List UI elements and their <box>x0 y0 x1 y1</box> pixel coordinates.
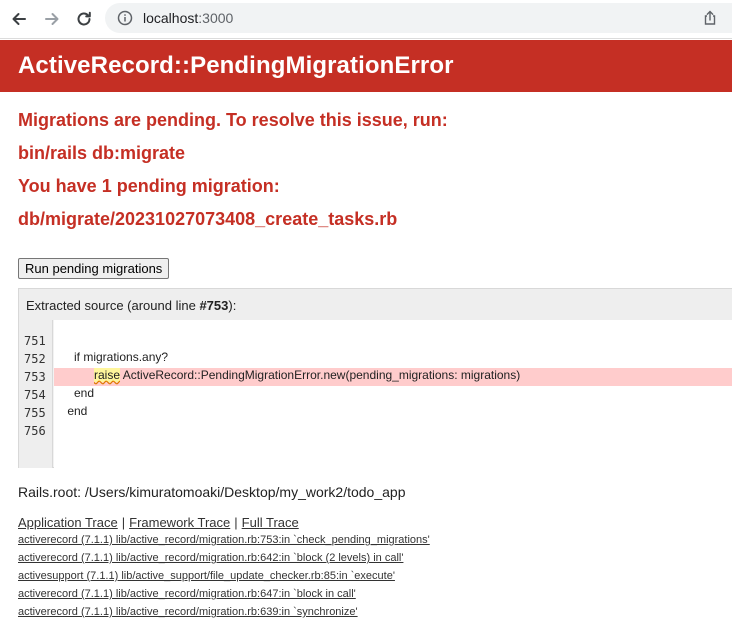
error-message-line: db/migrate/20231027073408_create_tasks.r… <box>18 209 398 229</box>
trace-line-link[interactable]: activesupport (7.1.1) lib/active_support… <box>18 570 395 582</box>
forward-arrow-icon[interactable] <box>41 8 63 30</box>
back-arrow-icon[interactable] <box>8 8 30 30</box>
error-header: ActiveRecord::PendingMigrationError <box>0 40 732 92</box>
line-number: 751 <box>24 334 46 348</box>
url-host: localhost <box>143 10 199 26</box>
line-number: 753 <box>24 370 46 384</box>
line-number: 754 <box>24 388 46 402</box>
tab-full-trace[interactable]: Full Trace <box>242 515 299 530</box>
error-message-line: bin/rails db:migrate <box>18 143 186 163</box>
code-line: end <box>54 386 95 400</box>
code-line-highlighted: raise ActiveRecord::PendingMigrationErro… <box>54 368 732 386</box>
line-number: 755 <box>24 406 46 420</box>
line-number: 756 <box>24 424 46 438</box>
trace-tab-separator: | <box>121 515 126 530</box>
error-message-line: You have 1 pending migration: <box>18 176 280 196</box>
extracted-source-title: Extracted source (around line #753): <box>26 298 237 313</box>
line-number: 752 <box>24 352 46 366</box>
trace-line-link[interactable]: activerecord (7.1.1) lib/active_record/m… <box>18 588 356 600</box>
extracted-source-box: Extracted source (around line #753): 751… <box>18 288 732 468</box>
line-number-gutter: 751 752 753 754 755 756 <box>19 320 53 468</box>
trace-tab-separator: | <box>234 515 238 530</box>
browser-toolbar: localhost:3000 <box>0 0 732 39</box>
trace-line-link[interactable]: activerecord (7.1.1) lib/active_record/m… <box>18 606 358 618</box>
reload-icon[interactable] <box>73 8 95 30</box>
raise-keyword: raise <box>94 368 121 382</box>
address-bar[interactable]: localhost:3000 <box>105 3 732 33</box>
error-title: ActiveRecord::PendingMigrationError <box>18 52 454 79</box>
extracted-source-header: Extracted source (around line #753): <box>19 289 732 320</box>
url-port: :3000 <box>198 10 234 26</box>
source-code: if migrations.any? raise ActiveRecord::P… <box>54 320 732 468</box>
share-icon[interactable] <box>702 10 718 26</box>
tab-application-trace[interactable]: Application Trace <box>18 515 118 530</box>
error-message-line: Migrations are pending. To resolve this … <box>18 110 448 130</box>
code-line: end <box>54 404 88 418</box>
tab-framework-trace[interactable]: Framework Trace <box>129 515 230 530</box>
highlighted-code-rest: ActiveRecord::PendingMigrationError.new(… <box>120 368 521 382</box>
code-line: if migrations.any? <box>54 350 169 364</box>
trace-line-link[interactable]: activerecord (7.1.1) lib/active_record/m… <box>18 552 403 564</box>
run-pending-migrations-button[interactable]: Run pending migrations <box>18 258 170 279</box>
url-text[interactable]: localhost:3000 <box>143 10 233 26</box>
rails-root: Rails.root: /Users/kimuratomoaki/Desktop… <box>18 484 406 500</box>
info-icon[interactable] <box>117 10 133 26</box>
trace-tabs: Application Trace | Framework Trace | Full T… <box>18 515 299 530</box>
trace-line-link[interactable]: activerecord (7.1.1) lib/active_record/m… <box>18 534 430 546</box>
